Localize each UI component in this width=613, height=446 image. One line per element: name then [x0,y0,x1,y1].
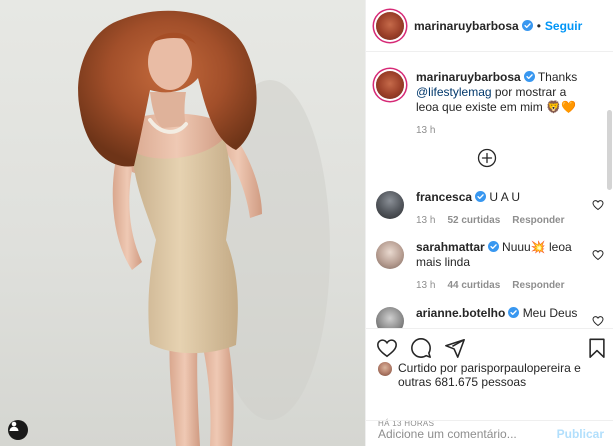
comment-avatar[interactable] [376,191,404,219]
comment-avatar[interactable] [376,241,404,269]
comment-text: U A U [489,190,521,204]
verified-badge-icon [523,71,535,82]
post-photo[interactable] [0,0,365,446]
comment-author[interactable]: francesca [416,190,472,204]
caption: marinaruybarbosa Thanks @lifestylemag po… [376,70,606,138]
comment-item: francesca U A U 13 h 52 curtidas Respond… [376,190,606,228]
likes-prefix: Curtido por [398,361,461,375]
user-tag-button[interactable] [8,420,28,440]
heart-icon[interactable] [592,199,604,211]
author-avatar[interactable] [376,11,404,40]
post-side-panel: marinaruybarbosa • Seguir marinaruybarbo… [365,0,613,446]
comment-likes[interactable]: 52 curtidas [447,213,500,228]
verified-badge-icon [508,307,520,318]
comment-body: sarahmattar Nuuu💥 leoa mais linda 13 h 4… [416,240,586,293]
likes-suffix: pessoas [478,375,527,389]
caption-body: marinaruybarbosa Thanks @lifestylemag po… [416,70,586,138]
author-username[interactable]: marinaruybarbosa [414,19,519,33]
user-tag-icon [9,421,19,431]
comment-icon[interactable] [410,337,432,359]
caption-author-avatar[interactable] [376,71,404,99]
bookmark-icon[interactable] [586,337,608,359]
comment-author[interactable]: arianne.botelho [416,306,505,320]
comment-time[interactable]: 13 h [416,213,435,228]
follow-button[interactable]: Seguir [545,19,582,33]
comment-author[interactable]: sarahmattar [416,240,485,254]
heart-icon[interactable] [376,337,398,359]
woman-photo-illustration [78,10,330,446]
comment-time[interactable]: 13 h [416,278,435,293]
add-comment-bar: Publicar [366,420,613,446]
verified-badge-icon [487,241,499,252]
publish-button[interactable]: Publicar [557,427,604,441]
heart-icon[interactable] [592,315,604,327]
caption-mention-link[interactable]: @lifestylemag [416,85,492,99]
caption-author[interactable]: marinaruybarbosa [416,70,521,84]
caption-time[interactable]: 13 h [416,123,435,138]
reply-button[interactable]: Responder [512,213,564,228]
post-header: marinaruybarbosa • Seguir [366,0,613,52]
send-icon[interactable] [444,337,466,359]
liker-username[interactable]: parisporpaulopereira [461,361,571,375]
comment-likes[interactable]: 44 curtidas [447,278,500,293]
plus-circle-icon[interactable] [477,148,497,168]
comments-list[interactable]: marinaruybarbosa Thanks @lifestylemag po… [366,52,613,328]
comment-input[interactable] [378,426,557,441]
reply-button[interactable]: Responder [512,278,564,293]
caption-text-before: Thanks [537,70,578,84]
header-separator: • [536,18,541,33]
likes-count[interactable]: 681.675 [435,375,478,389]
comment-item: sarahmattar Nuuu💥 leoa mais linda 13 h 4… [376,240,606,293]
likes-text: Curtido por parisporpaulopereira e outra… [398,361,610,389]
liker-avatar[interactable] [378,362,392,376]
comment-body: francesca U A U 13 h 52 curtidas Respond… [416,190,586,228]
verified-badge-icon [475,191,487,202]
comment-body: arianne.botelho Meu Deus [416,306,586,328]
comment-avatar[interactable] [376,307,404,328]
heart-icon[interactable] [592,249,604,261]
comment-item: arianne.botelho Meu Deus [376,306,606,328]
verified-badge-icon [521,20,533,31]
likes-summary: Curtido por parisporpaulopereira e outra… [378,361,610,389]
comments-scrollbar[interactable] [607,110,612,190]
comment-text: Meu Deus [522,306,578,320]
